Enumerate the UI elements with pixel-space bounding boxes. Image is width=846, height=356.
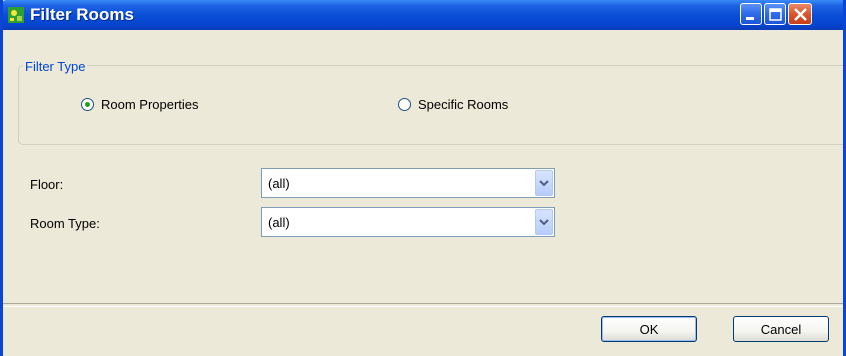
floor-select-value: (all) (268, 176, 290, 191)
radio-button-unchecked[interactable] (398, 98, 411, 111)
radio-specific-rooms-label[interactable]: Specific Rooms (418, 97, 508, 112)
maximize-icon (769, 8, 782, 21)
filter-type-legend: Filter Type (23, 59, 88, 74)
room-type-label: Room Type: (30, 216, 100, 231)
floor-select[interactable]: (all) (261, 168, 555, 198)
floor-label: Floor: (30, 177, 64, 192)
radio-room-properties-label[interactable]: Room Properties (101, 97, 199, 112)
ok-button[interactable]: OK (601, 316, 697, 342)
room-type-select[interactable]: (all) (261, 207, 555, 237)
maximize-button[interactable] (764, 3, 786, 25)
cancel-button[interactable]: Cancel (733, 316, 829, 342)
app-icon (8, 7, 24, 23)
radio-button-checked[interactable] (81, 98, 94, 111)
room-type-select-value: (all) (268, 215, 290, 230)
floor-dropdown-button[interactable] (535, 170, 553, 196)
room-type-dropdown-button[interactable] (535, 209, 553, 235)
title-bar[interactable]: Filter Rooms (3, 0, 843, 30)
footer-divider (3, 303, 843, 307)
minimize-icon (746, 17, 754, 20)
window-title: Filter Rooms (30, 5, 134, 24)
close-icon (794, 8, 807, 21)
chevron-down-icon (539, 180, 549, 187)
filter-rooms-dialog: Filter Rooms Filter Type Room Properties… (0, 0, 846, 356)
chevron-down-icon (539, 219, 549, 226)
close-button[interactable] (788, 3, 812, 25)
radio-specific-rooms[interactable]: Specific Rooms (398, 97, 508, 112)
minimize-button[interactable] (740, 3, 762, 25)
radio-room-properties[interactable]: Room Properties (81, 97, 199, 112)
